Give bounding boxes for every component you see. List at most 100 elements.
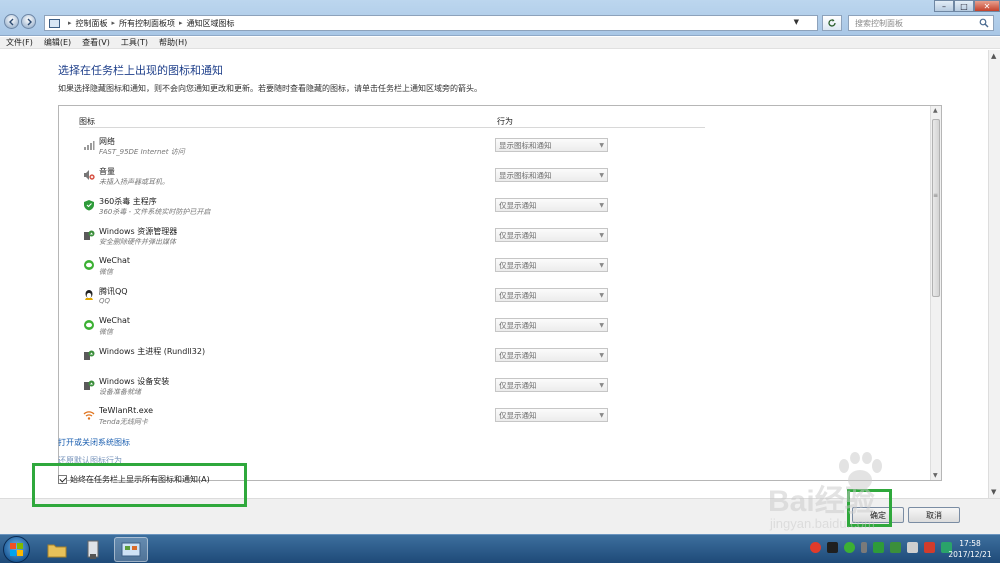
menu-view[interactable]: 查看(V) xyxy=(82,37,110,48)
item-name: 360杀毒 主程序 xyxy=(99,197,157,206)
item-description: 安全删除硬件并弹出媒体 xyxy=(99,238,176,246)
menu-edit[interactable]: 编辑(E) xyxy=(44,37,71,48)
search-icon xyxy=(979,18,989,28)
window-scrollbar[interactable]: ▲ ▼ xyxy=(988,50,1000,498)
forward-button[interactable] xyxy=(21,14,36,29)
notification-icons-list: 图标 行为 网络 FAST_95DE Internet 访问 显示图标和通知 ▼ 音量未… xyxy=(58,105,942,481)
behavior-select[interactable]: 仅显示通知 ▼ xyxy=(495,258,608,272)
clock-date: 2017/12/21 xyxy=(948,550,992,559)
cancel-button[interactable]: 取消 xyxy=(908,507,960,523)
chevron-down-icon: ▼ xyxy=(599,262,604,269)
list-item: 音量 未插入扬声器或耳机。 显示图标和通知 ▼ xyxy=(81,164,691,194)
behavior-value: 仅显示通知 xyxy=(499,200,537,210)
behavior-value: 仅显示通知 xyxy=(499,350,537,360)
list-header: 图标 行为 xyxy=(79,115,705,128)
refresh-button[interactable] xyxy=(822,15,842,31)
control-panel-icon xyxy=(49,18,60,28)
behavior-select[interactable]: 仅显示通知 ▼ xyxy=(495,348,608,362)
shield-icon[interactable] xyxy=(873,542,884,553)
behavior-select[interactable]: 仅显示通知 ▼ xyxy=(495,378,608,392)
scroll-down-icon[interactable]: ▼ xyxy=(991,488,996,496)
start-button[interactable] xyxy=(3,536,30,563)
page-description: 如果选择隐藏图标和通知，则不会向您通知更改和更新。若要随时查看隐藏的图标，请单击… xyxy=(58,84,482,93)
item-name: 音量 xyxy=(99,167,115,176)
column-header-icon: 图标 xyxy=(79,117,95,126)
volume-muted-icon[interactable] xyxy=(924,542,935,553)
breadcrumb-separator-icon: ▸ xyxy=(68,19,72,27)
item-name: WeChat xyxy=(99,256,131,265)
arrow-right-icon xyxy=(27,18,32,26)
chevron-down-icon[interactable]: ▼ xyxy=(794,18,799,26)
chevron-down-icon: ▼ xyxy=(599,202,604,209)
network-icon xyxy=(83,139,95,151)
wechat-icon xyxy=(83,319,95,331)
item-name: 腾讯QQ xyxy=(99,287,128,296)
window-close: ✕ xyxy=(974,0,1000,12)
search-placeholder: 搜索控制面板 xyxy=(855,18,903,28)
item-description: 360杀毒 - 文件系统实时防护已开启 xyxy=(99,208,211,216)
breadcrumb-notification-icons[interactable]: 通知区域图标 xyxy=(187,18,235,29)
list-item: 腾讯QQ QQ 仅显示通知 ▼ xyxy=(81,284,691,314)
window-controls: – □ xyxy=(934,0,974,12)
taskbar-app[interactable] xyxy=(76,537,110,562)
taskbar-control-panel[interactable] xyxy=(114,537,148,562)
chevron-down-icon: ▼ xyxy=(599,142,604,149)
close-icon[interactable]: ✕ xyxy=(974,0,1000,12)
behavior-select[interactable]: 仅显示通知 ▼ xyxy=(495,228,608,242)
scroll-up-icon[interactable]: ▲ xyxy=(991,52,996,60)
scroll-up-icon[interactable]: ▲ xyxy=(933,107,938,114)
qq-penguin-icon[interactable] xyxy=(827,542,838,553)
maximize-icon[interactable]: □ xyxy=(954,0,974,12)
item-description: 设备准备就绪 xyxy=(99,388,141,396)
highlight-annotation xyxy=(32,463,247,507)
list-scrollbar[interactable]: ▲ ≡ ▼ xyxy=(930,106,941,480)
volume-muted-icon xyxy=(83,169,95,181)
wechat-icon[interactable] xyxy=(844,542,855,553)
breadcrumb-control-panel[interactable]: 控制面板 xyxy=(76,18,108,29)
menu-help[interactable]: 帮助(H) xyxy=(159,37,187,48)
menu-file[interactable]: 文件(F) xyxy=(6,37,33,48)
page-title: 选择在任务栏上出现的图标和通知 xyxy=(58,64,223,77)
behavior-select[interactable]: 显示图标和通知 ▼ xyxy=(495,138,608,152)
behavior-select[interactable]: 仅显示通知 ▼ xyxy=(495,198,608,212)
behavior-value: 显示图标和通知 xyxy=(499,140,552,150)
item-description: QQ xyxy=(99,297,111,305)
item-name: Windows 资源管理器 xyxy=(99,227,178,236)
chevron-down-icon: ▼ xyxy=(599,382,604,389)
item-description: Tenda无线网卡 xyxy=(99,418,148,426)
scroll-thumb[interactable] xyxy=(932,119,940,297)
breadcrumb-separator-icon: ▸ xyxy=(179,19,183,27)
behavior-select[interactable]: 显示图标和通知 ▼ xyxy=(495,168,608,182)
behavior-value: 仅显示通知 xyxy=(499,410,537,420)
breadcrumb-all-items[interactable]: 所有控制面板项 xyxy=(119,18,175,29)
behavior-select[interactable]: 仅显示通知 ▼ xyxy=(495,318,608,332)
back-button[interactable] xyxy=(4,14,19,29)
scroll-down-icon[interactable]: ▼ xyxy=(933,472,938,479)
taskbar-explorer[interactable] xyxy=(40,537,74,562)
network-icon[interactable] xyxy=(907,542,918,553)
menu-tools[interactable]: 工具(T) xyxy=(121,37,148,48)
folder-icon xyxy=(47,544,67,557)
chevron-down-icon: ▼ xyxy=(599,232,604,239)
behavior-value: 仅显示通知 xyxy=(499,260,537,270)
system-icons-link[interactable]: 打开或关闭系统图标 xyxy=(58,437,130,448)
usb-drive-icon xyxy=(87,540,99,559)
battery-icon[interactable] xyxy=(861,542,867,553)
behavior-select[interactable]: 仅显示通知 ▼ xyxy=(495,288,608,302)
chevron-down-icon: ▼ xyxy=(599,322,604,329)
address-bar[interactable]: ▸ 控制面板 ▸ 所有控制面板项 ▸ 通知区域图标 ▼ xyxy=(44,15,818,31)
list-item: WeChat 微信 仅显示通知 ▼ xyxy=(81,314,691,344)
list-item: 网络 FAST_95DE Internet 访问 显示图标和通知 ▼ xyxy=(81,134,691,164)
sogou-input-icon[interactable] xyxy=(810,542,821,553)
scroll-grip-icon: ≡ xyxy=(933,192,939,199)
behavior-value: 显示图标和通知 xyxy=(499,170,552,180)
item-description: 微信 xyxy=(99,268,113,276)
taskbar-clock[interactable]: 17:58 2017/12/21 xyxy=(944,538,996,560)
search-input[interactable]: 搜索控制面板 xyxy=(848,15,994,31)
list-item: Windows 设备安装 设备准备就绪 仅显示通知 ▼ xyxy=(81,374,691,404)
minimize-icon[interactable]: – xyxy=(934,0,954,12)
usb-eject-icon[interactable] xyxy=(890,542,901,553)
list-item: WeChat 微信 仅显示通知 ▼ xyxy=(81,254,691,284)
shield-icon xyxy=(83,199,95,211)
behavior-select[interactable]: 仅显示通知 ▼ xyxy=(495,408,608,422)
